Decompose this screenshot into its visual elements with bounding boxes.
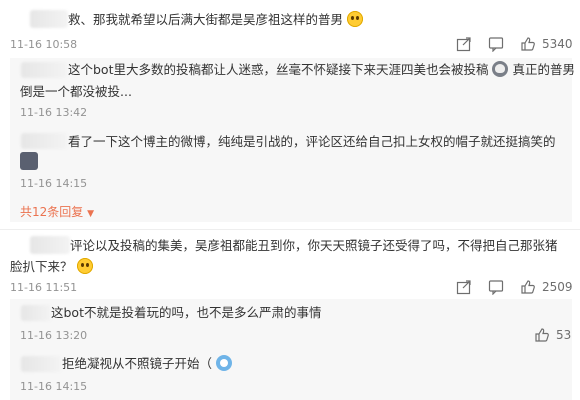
reply-like-button[interactable]: 53 — [534, 327, 571, 343]
skull-emoji — [492, 61, 509, 77]
comment-button[interactable] — [488, 36, 504, 52]
thumbs-up-icon — [521, 37, 535, 51]
comment-text-line2: 脸扒下来？ — [10, 256, 93, 278]
share-icon — [456, 280, 471, 295]
reply-text-line2: 倒是一个都没被投... — [20, 84, 132, 99]
blue-face-emoji — [216, 355, 232, 371]
like-button[interactable]: 5340 — [520, 36, 573, 52]
like-count: 2509 — [542, 280, 573, 294]
comment-button[interactable] — [488, 279, 504, 295]
reply-text: 拒绝凝视从不照镜子开始（ — [62, 353, 232, 375]
username-blurred[interactable] — [30, 236, 70, 254]
reply-time: 11-16 13:42 — [20, 106, 88, 119]
reply-username-blurred[interactable] — [21, 356, 61, 372]
comment-icon — [488, 280, 504, 295]
comment-text: 评论以及投稿的集美，吴彦祖都能丑到你，你天天照镜子还受得了吗，不得把自己那张猪 — [70, 238, 558, 253]
thumbs-up-icon — [535, 328, 549, 342]
comment-time: 11-16 10:58 — [10, 38, 78, 51]
share-icon — [456, 37, 471, 52]
thinking-face-emoji — [76, 258, 93, 274]
caret-down-icon: ▼ — [87, 209, 95, 219]
reply-username-blurred[interactable] — [21, 133, 67, 149]
reply-time: 11-16 14:15 — [20, 177, 88, 190]
scared-face-emoji — [347, 11, 363, 27]
reply-time: 11-16 13:20 — [20, 329, 88, 342]
comment-text: 救、那我就希望以后满大街都是吴彦祖这样的普男 — [68, 9, 363, 31]
username-blurred[interactable] — [30, 10, 68, 28]
reply-text: 这个bot里大多数的投稿都让人迷惑，丝毫不怀疑接下来天涯四美也会被投稿 真正的普… — [68, 61, 575, 77]
comment-icon — [488, 37, 504, 52]
like-count: 5340 — [542, 37, 573, 51]
reply-username-blurred[interactable] — [21, 62, 67, 78]
thumbs-up-icon — [521, 280, 535, 294]
like-button[interactable]: 2509 — [520, 279, 573, 295]
share-button[interactable] — [456, 36, 472, 52]
more-replies-link[interactable]: 共12条回复 ▼ — [20, 203, 94, 220]
reply-like-count: 53 — [556, 328, 572, 342]
divider — [0, 229, 580, 230]
reply-text: 看了一下这个博主的微博，纯纯是引战的，评论区还给自己扣上女权的帽子就还挺搞笑的 — [68, 134, 556, 149]
reply-text: 这bot不就是投着玩的吗，也不是多么严肃的事情 — [51, 305, 322, 320]
reply-username-blurred[interactable] — [21, 305, 51, 321]
reply-time: 11-16 14:15 — [20, 380, 88, 393]
share-button[interactable] — [456, 279, 472, 295]
reply-image-emoji — [20, 152, 38, 170]
comment-time: 11-16 11:51 — [10, 281, 78, 294]
